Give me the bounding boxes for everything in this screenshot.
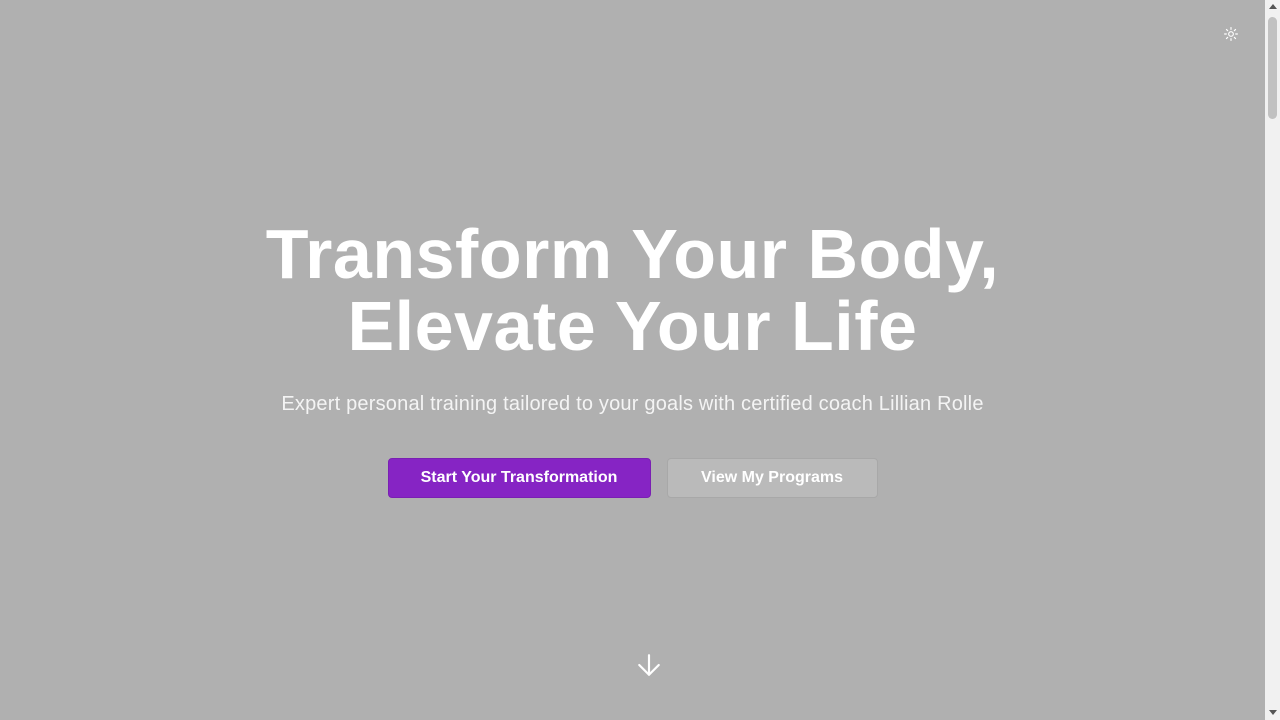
page-scrollbar[interactable] [1265, 0, 1280, 720]
scroll-down-arrow-icon[interactable] [1269, 710, 1277, 715]
view-programs-button[interactable]: View My Programs [666, 458, 878, 498]
hero-title-line-2: Elevate Your Life [347, 287, 918, 365]
page-viewport: Transform Your Body, Elevate Your Life E… [0, 0, 1265, 720]
hero-title: Transform Your Body, Elevate Your Life [0, 218, 1265, 362]
hero-subtitle: Expert personal training tailored to you… [281, 393, 984, 415]
hero-section: Transform Your Body, Elevate Your Life E… [0, 0, 1265, 720]
scrollbar-thumb[interactable] [1268, 17, 1277, 119]
hero-title-line-1: Transform Your Body, [265, 215, 1000, 293]
arrow-down-icon[interactable] [636, 652, 662, 678]
cta-button-group: Start Your Transformation View My Progra… [0, 458, 1265, 498]
start-transformation-button[interactable]: Start Your Transformation [387, 458, 651, 498]
scroll-up-arrow-icon[interactable] [1269, 4, 1277, 9]
